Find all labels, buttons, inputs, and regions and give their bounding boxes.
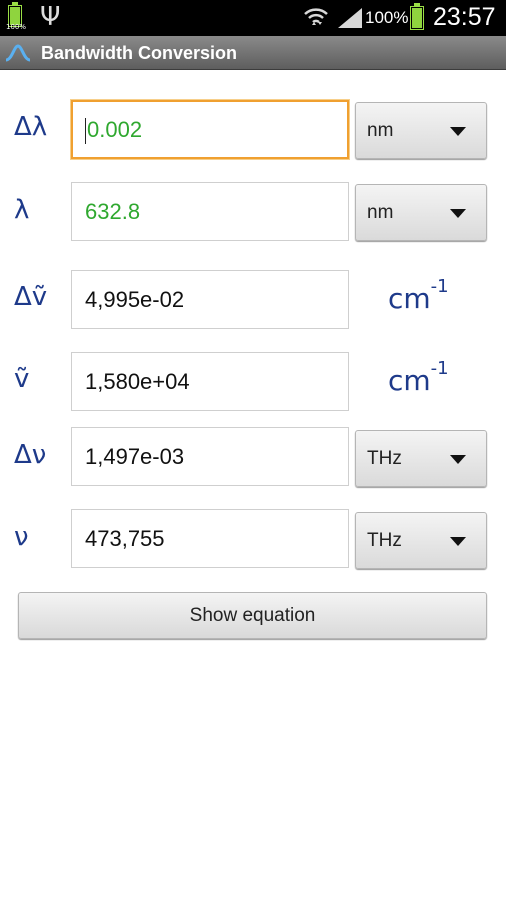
delta-frequency-value: 1,497e-03 — [85, 444, 185, 469]
show-equation-button[interactable]: Show equation — [18, 592, 487, 639]
delta-wavenumber-input[interactable]: 4,995e-02 — [71, 270, 349, 329]
lambda-label: λ — [14, 195, 30, 225]
delta-wavenumber-unit: cm-1 — [388, 276, 449, 315]
delta-lambda-unit: nm — [367, 120, 394, 141]
frequency-unit-select[interactable]: THz — [355, 512, 487, 569]
text-caret — [85, 118, 86, 145]
status-bar: 100% Ψ 100% 23:57 — [0, 0, 506, 36]
frequency-input[interactable]: 473,755 — [71, 509, 349, 568]
delta-wavenumber-unit-exponent: -1 — [430, 276, 449, 297]
lambda-unit: nm — [367, 202, 394, 223]
battery-icon — [410, 3, 424, 30]
signal-icon — [338, 8, 362, 28]
usb-icon: Ψ — [40, 2, 61, 32]
wavenumber-unit: cm-1 — [388, 358, 449, 397]
delta-frequency-unit-select[interactable]: THz — [355, 430, 487, 487]
dropdown-arrow-icon — [450, 209, 466, 218]
delta-wavenumber-unit-base: cm — [388, 282, 431, 315]
delta-frequency-label: Δν — [14, 440, 47, 470]
title-bar: Bandwidth Conversion — [0, 36, 506, 70]
battery-percent: 100% — [365, 8, 409, 27]
delta-wavenumber-label: Δṽ — [14, 282, 48, 312]
lambda-value: 632.8 — [85, 199, 141, 224]
delta-frequency-unit: THz — [367, 448, 402, 469]
lambda-unit-select[interactable]: nm — [355, 184, 487, 241]
frequency-value: 473,755 — [85, 526, 165, 551]
delta-lambda-unit-select[interactable]: nm — [355, 102, 487, 159]
wifi-icon — [304, 8, 328, 25]
wavenumber-unit-exponent: -1 — [430, 358, 449, 379]
wavenumber-unit-base: cm — [388, 364, 431, 397]
clock: 23:57 — [433, 3, 496, 31]
lambda-input[interactable]: 632.8 — [71, 182, 349, 241]
delta-wavenumber-value: 4,995e-02 — [85, 287, 185, 312]
delta-lambda-input[interactable]: 0.002 — [71, 100, 349, 159]
delta-lambda-value: 0.002 — [87, 117, 143, 142]
dropdown-arrow-icon — [450, 127, 466, 136]
wavenumber-input[interactable]: 1,580e+04 — [71, 352, 349, 411]
app-title: Bandwidth Conversion — [41, 43, 238, 63]
delta-lambda-label: Δλ — [14, 112, 48, 142]
dropdown-arrow-icon — [450, 537, 466, 546]
frequency-unit: THz — [367, 530, 402, 551]
dropdown-arrow-icon — [450, 455, 466, 464]
battery-small-percent: 100% — [6, 23, 27, 31]
wavenumber-label: ṽ — [14, 364, 30, 394]
gaussian-peak-icon — [5, 44, 31, 62]
delta-frequency-input[interactable]: 1,497e-03 — [71, 427, 349, 486]
wavenumber-value: 1,580e+04 — [85, 369, 190, 394]
frequency-label: ν — [14, 522, 29, 552]
